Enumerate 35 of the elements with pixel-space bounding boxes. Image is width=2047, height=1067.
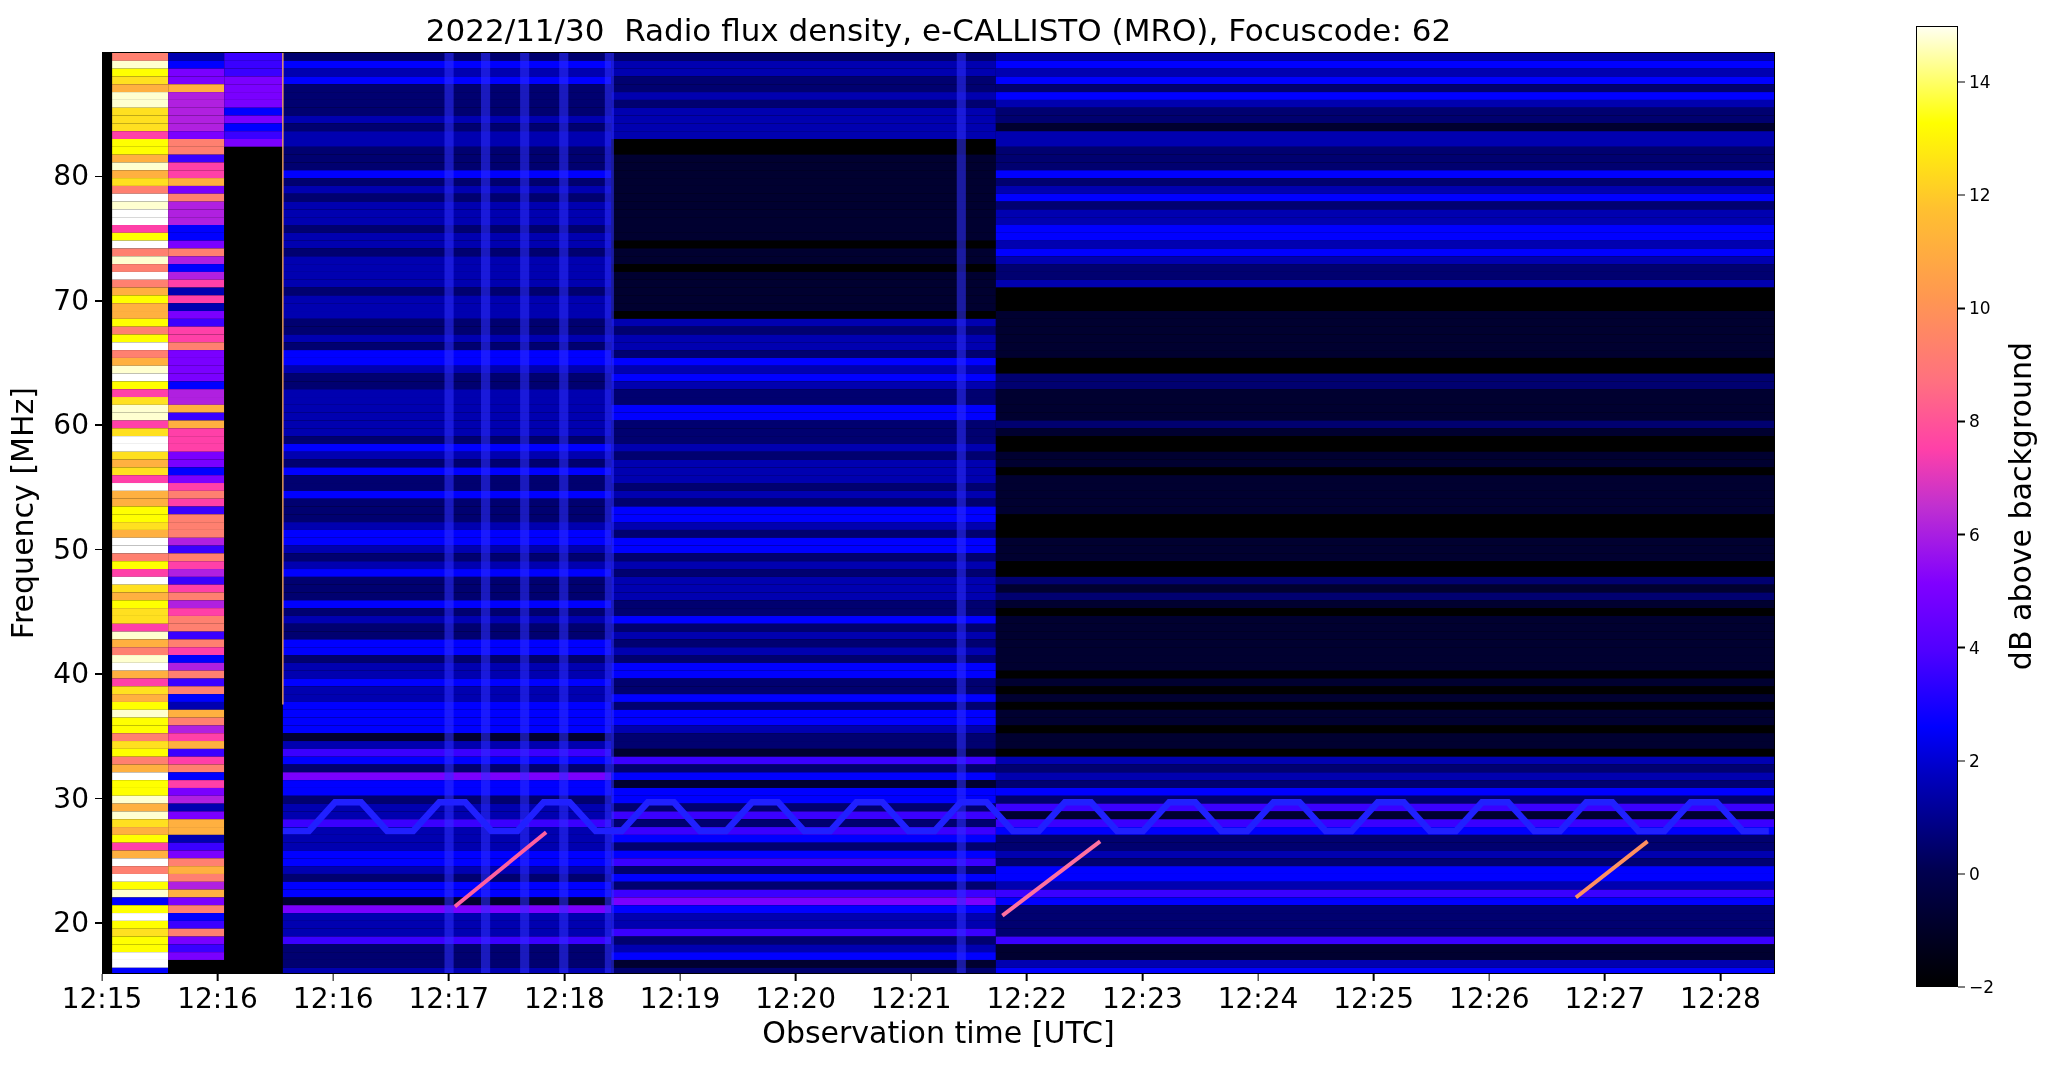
x-tick-label: 12:24 xyxy=(1217,985,1299,1013)
x-tick-label: 12:16 xyxy=(292,985,374,1013)
x-tick-label: 12:22 xyxy=(986,985,1068,1013)
colorbar-label: dB above background xyxy=(2006,342,2036,671)
y-tick-label: 40 xyxy=(53,660,89,689)
y-tick-label: 20 xyxy=(53,909,89,938)
x-tick-label: 12:28 xyxy=(1680,985,1761,1013)
x-tick-label: 12:18 xyxy=(524,985,605,1013)
colorbar-tick-label: 14 xyxy=(1969,73,1991,91)
x-tick-label: 12:25 xyxy=(1333,985,1414,1013)
colorbar-tick-label: 8 xyxy=(1969,412,1980,430)
chart-title: 2022/11/30 Radio flux density, e-CALLISTO (MRO), Focuscode: 62 xyxy=(425,15,1452,46)
x-tick-label: 12:26 xyxy=(1448,985,1530,1013)
x-axis-label: Observation time [UTC] xyxy=(762,1018,1115,1048)
y-tick-label: 80 xyxy=(53,162,89,191)
x-tick-label: 12:27 xyxy=(1564,985,1646,1013)
y-axis-label: Frequency [MHz] xyxy=(8,386,38,640)
y-tick-label: 70 xyxy=(53,286,89,315)
colorbar-tick-label: 2 xyxy=(1969,752,1980,770)
x-tick-label: 12:20 xyxy=(755,985,836,1013)
y-tick-label: 60 xyxy=(53,411,89,440)
colorbar-tick-label: 4 xyxy=(1969,639,1980,657)
colorbar-tick-label: 0 xyxy=(1969,865,1980,883)
colorbar-tick-label: 10 xyxy=(1969,299,1991,317)
y-tick-label: 50 xyxy=(53,535,89,564)
colorbar-tick-label: 6 xyxy=(1969,526,1980,544)
x-tick-label: 12:17 xyxy=(408,985,490,1013)
x-tick-label: 12:15 xyxy=(61,985,143,1013)
colorbar-tick-label: −2 xyxy=(1969,978,1995,996)
x-tick-label: 12:21 xyxy=(870,985,952,1013)
y-tick-label: 30 xyxy=(53,784,89,813)
x-tick-label: 12:23 xyxy=(1102,985,1183,1013)
x-tick-label: 12:16 xyxy=(177,985,258,1013)
colorbar-tick-label: 12 xyxy=(1969,186,1991,204)
x-tick-label: 12:19 xyxy=(639,985,721,1013)
